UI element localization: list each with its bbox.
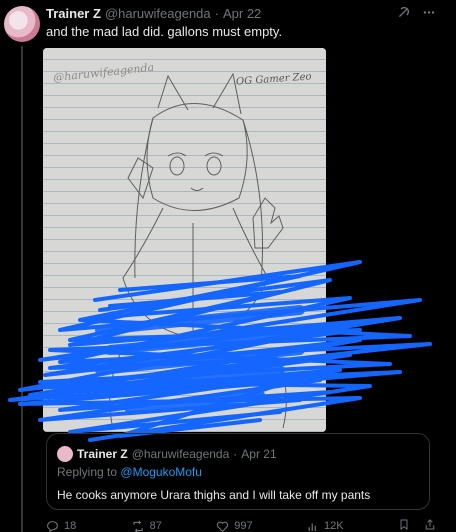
more-icon[interactable] — [422, 6, 436, 22]
top-icons — [397, 6, 436, 22]
quote-avatar — [57, 446, 73, 462]
avatar[interactable] — [4, 6, 40, 42]
tweet-date[interactable]: Apr 22 — [223, 6, 261, 21]
repost-icon — [131, 519, 145, 532]
views-icon — [307, 520, 319, 532]
views-count: 12K — [324, 520, 344, 532]
like-button[interactable]: 997 — [216, 518, 253, 532]
quote-replying-to: Replying to @MogukoMofu — [57, 465, 202, 479]
tweet-header: Trainer Z @haruwifeagenda · Apr 22 — [46, 6, 261, 21]
quoted-tweet[interactable]: Trainer Z @haruwifeagenda · Apr 21 Reply… — [46, 433, 430, 510]
views-button[interactable]: 12K — [307, 518, 344, 532]
repost-button[interactable]: 87 — [131, 518, 162, 532]
reply-button[interactable]: 18 — [46, 518, 76, 532]
author-handle[interactable]: @haruwifeagenda — [105, 6, 211, 21]
thread-line — [21, 46, 23, 532]
like-icon — [216, 520, 229, 532]
grok-icon[interactable] — [397, 6, 410, 22]
separator-dot: · — [214, 6, 219, 21]
pencil-drawing — [109, 72, 287, 429]
quote-date: Apr 21 — [241, 447, 277, 461]
like-count: 997 — [234, 520, 253, 532]
tweet-text: and the mad lad did. gallons must empty. — [46, 24, 283, 39]
action-bar: 18 87 997 12K — [46, 518, 436, 532]
right-actions — [398, 518, 436, 532]
quote-text: He cooks anymore Urara thighs and I will… — [57, 488, 371, 502]
replying-to-handle[interactable]: @MogukoMofu — [120, 465, 202, 479]
bookmark-icon[interactable] — [398, 518, 410, 532]
quote-separator: · — [233, 447, 238, 461]
reply-icon — [46, 520, 59, 532]
repost-count: 87 — [149, 520, 162, 532]
author-name[interactable]: Trainer Z — [46, 6, 101, 21]
quote-author-name: Trainer Z — [77, 447, 128, 461]
replying-label: Replying to — [57, 465, 118, 479]
reply-count: 18 — [64, 520, 77, 532]
quote-header: Trainer Z @haruwifeagenda · Apr 21 — [57, 446, 277, 462]
tweet-photo[interactable]: @haruwifeagenda OG Gamer Zeo — [43, 48, 326, 432]
quote-author-handle: @haruwifeagenda — [131, 447, 230, 461]
share-icon[interactable] — [424, 518, 436, 532]
